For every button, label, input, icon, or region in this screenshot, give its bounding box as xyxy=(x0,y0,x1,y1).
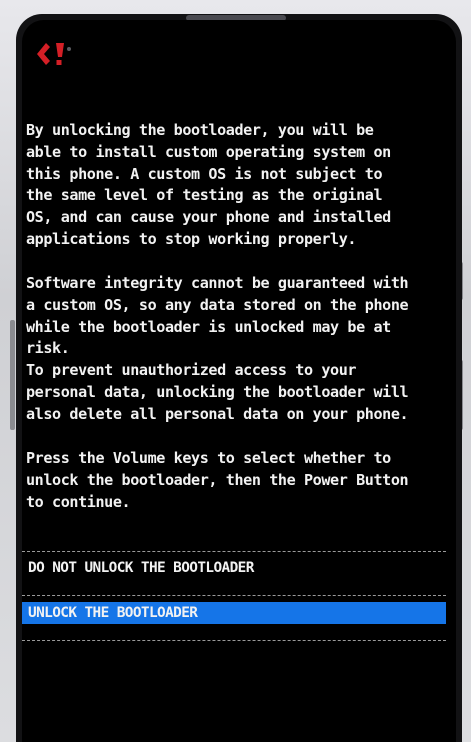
unlock-option[interactable]: UNLOCK THE BOOTLOADER xyxy=(22,602,446,624)
brand-logo-icon xyxy=(37,43,71,65)
instructions-paragraph: Press the Volume keys to select whether … xyxy=(26,449,409,511)
separator-line xyxy=(22,551,446,552)
phone-device: By unlocking the bootloader, you will be… xyxy=(0,0,471,742)
warning-paragraph-2: Software integrity cannot be guaranteed … xyxy=(26,274,409,423)
bootloader-screen: By unlocking the bootloader, you will be… xyxy=(22,20,456,742)
separator-line xyxy=(22,595,446,596)
side-key[interactable] xyxy=(10,320,15,430)
warning-paragraph-1: By unlocking the bootloader, you will be… xyxy=(26,121,391,248)
separator-line xyxy=(22,640,446,641)
do-not-unlock-option[interactable]: DO NOT UNLOCK THE BOOTLOADER xyxy=(22,557,446,579)
